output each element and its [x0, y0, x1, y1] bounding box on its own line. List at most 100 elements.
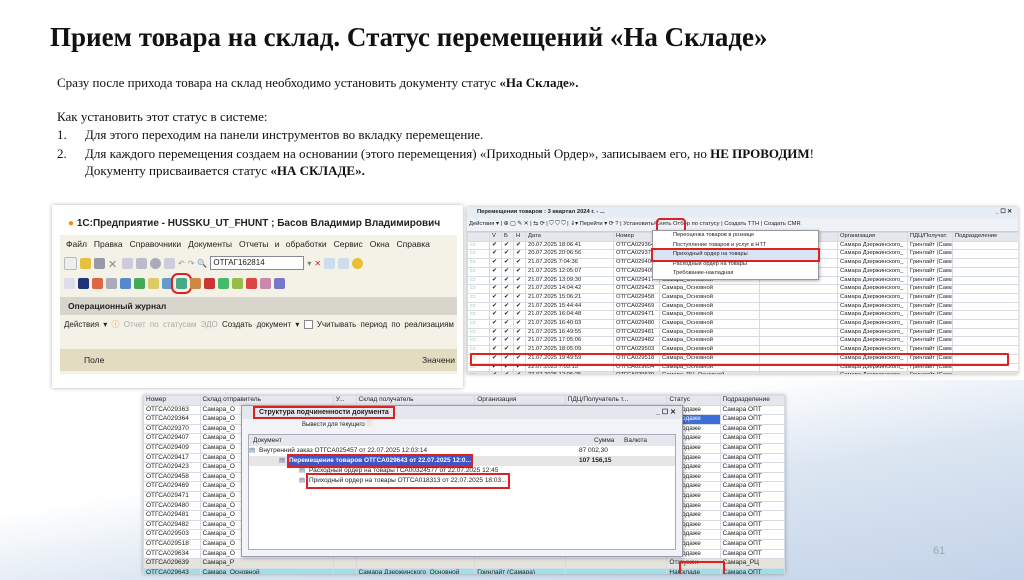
- document-icon: ▤: [279, 457, 286, 464]
- copy-icon[interactable]: [122, 257, 133, 269]
- window-controls[interactable]: _ ☐ ✕: [996, 207, 1019, 218]
- column-header[interactable]: Б: [501, 232, 514, 242]
- users-icon[interactable]: [78, 277, 89, 289]
- add-goods-icon[interactable]: [218, 277, 229, 289]
- undo-icon[interactable]: ↶: [178, 259, 185, 268]
- table-cell: ОТГСА029481: [143, 510, 201, 521]
- save-icon[interactable]: [94, 257, 105, 269]
- find-next-icon[interactable]: [324, 257, 336, 269]
- goods-icon[interactable]: [134, 277, 145, 289]
- column-header[interactable]: Организация: [837, 232, 908, 242]
- transfer-icon[interactable]: [120, 277, 131, 289]
- order-icon[interactable]: [204, 277, 215, 289]
- open-icon[interactable]: [80, 257, 91, 269]
- column-header[interactable]: Подразделение: [952, 232, 1018, 242]
- column-header[interactable]: Номер: [143, 395, 201, 406]
- receipt-icon[interactable]: [148, 277, 159, 289]
- status-report-button[interactable]: Отчет по статусам ЭДО: [124, 320, 218, 329]
- table-cell: [952, 327, 1018, 338]
- menu-item[interactable]: Требование-накладная: [653, 269, 818, 279]
- menu-item[interactable]: Файл: [66, 239, 87, 249]
- table-row[interactable]: ▭ ✔ ✔ ✔ 21.07.2025 17:05:06 ОТГСА029482 Самара…: [467, 336, 1018, 347]
- help-icon[interactable]: ⓘ: [366, 422, 372, 428]
- print-icon[interactable]: [150, 257, 161, 269]
- table-cell: Самара ОПТ: [719, 404, 785, 416]
- menu-item[interactable]: Справочники: [130, 239, 182, 249]
- tree-item[interactable]: ▤ Расходный ордер на товары ГСА00324577 …: [249, 466, 675, 476]
- menu-item[interactable]: Приходный ордер на товары: [651, 248, 820, 262]
- menu-item[interactable]: Правка: [94, 239, 123, 249]
- cut-icon[interactable]: ✕: [108, 258, 119, 271]
- table-cell: [564, 567, 668, 574]
- document-icon: ▤: [299, 467, 306, 474]
- new-icon[interactable]: [64, 256, 77, 270]
- table-cell: Самара_РЦ: [719, 558, 785, 569]
- table-row[interactable]: ▭ ✔ ✔ ✔ 21.07.2025 15:44:44 ОТГСА029469 Самара…: [467, 301, 1018, 312]
- dialog-controls[interactable]: _ ☐ ✕: [656, 406, 682, 419]
- menu-item[interactable]: Справка: [397, 239, 430, 249]
- report-icon[interactable]: [190, 277, 201, 289]
- table-cell: [952, 371, 1018, 374]
- table-cell: 21.07.2025 17:05:06: [525, 336, 614, 347]
- tree-item[interactable]: ▤ Приходный ордер на товары ОТГСА018313 …: [249, 473, 675, 489]
- table-cell: Самара ОПТ: [719, 442, 785, 454]
- menu-item[interactable]: Документы: [188, 239, 232, 249]
- movement-icon[interactable]: [171, 272, 192, 294]
- menu-item[interactable]: Сервис: [334, 239, 363, 249]
- column-header[interactable]: Склад получатель: [355, 395, 476, 406]
- clear-icon[interactable]: ✕: [314, 259, 321, 268]
- column-header[interactable]: [467, 232, 490, 242]
- partner-icon[interactable]: [260, 277, 271, 289]
- preview-icon[interactable]: [164, 257, 175, 269]
- column-header[interactable]: Подразделение: [719, 395, 785, 406]
- menu-item[interactable]: Переоценка товаров в рознице: [653, 231, 818, 241]
- table-cell: [759, 327, 838, 338]
- column-header[interactable]: Организация: [474, 395, 566, 406]
- table-cell: Самара_Р: [199, 558, 334, 569]
- table-row[interactable]: ▭ ✔ ✔ ✔ 21.07.2025 14:04:42 ОТГСА029423 Самара…: [467, 284, 1018, 294]
- search-input[interactable]: ОТГАГ162814: [210, 256, 305, 270]
- paste-icon[interactable]: [136, 257, 147, 269]
- table-cell: 21.07.2025 7:04:36: [525, 258, 614, 268]
- column-header[interactable]: Дата: [525, 232, 614, 242]
- column-header[interactable]: V: [489, 232, 502, 242]
- table-row[interactable]: ▭ ✔ ✔ ✔ 21.07.2025 15:06:21 ОТГСА029458 Самара…: [467, 292, 1018, 303]
- column-header[interactable]: Статус: [666, 395, 721, 406]
- tree-item[interactable]: ▤ Внутренний заказ ОТГСА025457 от 22.07.…: [249, 446, 675, 456]
- writeoff-icon[interactable]: [232, 277, 243, 289]
- output-current-button[interactable]: Вывести для текущего: [302, 422, 365, 428]
- list-icon[interactable]: [162, 277, 173, 289]
- actions-menu[interactable]: Действия ▾: [64, 320, 107, 329]
- period-checkbox[interactable]: [303, 320, 313, 330]
- redo-icon[interactable]: ↷: [188, 259, 195, 268]
- create-document-menu[interactable]: Создать документ ▾: [222, 320, 300, 329]
- info-icon[interactable]: [352, 257, 364, 269]
- menu-item[interactable]: Окна: [370, 239, 390, 249]
- menu-item[interactable]: Отчеты и обработки: [239, 239, 327, 249]
- column-document: Документ: [253, 437, 282, 444]
- tree-item[interactable]: ▤ Перемещение товаров ОТГСА029643 от 22.…: [249, 454, 675, 468]
- client-icon[interactable]: [246, 277, 257, 289]
- table-cell: ОТГСА029482: [613, 336, 660, 347]
- check-icon: ✔: [513, 292, 526, 303]
- table-row[interactable]: ▭ ✔ ✔ ✔ 21.07.2025 16:04:48 ОТГСА029471 Самара…: [467, 310, 1018, 321]
- help-icon[interactable]: ⓘ: [112, 320, 120, 329]
- column-header[interactable]: Н: [513, 232, 526, 242]
- table-row[interactable]: ▭ ✔ ✔ ✔ 21.07.2025 16:49:55 ОТГСА029481 Самара…: [467, 327, 1018, 338]
- contact-icon[interactable]: [274, 277, 285, 289]
- table-row[interactable]: ▭✔✔✔22.07.2025 12:05:25ОТГСА029639Самара…: [467, 371, 1018, 374]
- column-header[interactable]: ПДЦ/Получат.: [907, 232, 953, 242]
- find-prev-icon[interactable]: [338, 257, 350, 269]
- document-icon: ▭: [467, 371, 490, 374]
- menu-item[interactable]: Поступление товаров и услуг в НТТ: [653, 241, 818, 251]
- menu-item[interactable]: Расходный ордер на товары: [653, 260, 818, 270]
- table-row[interactable]: ▭ ✔ ✔ ✔ 21.07.2025 16:40:03 ОТГСА029480 Самара…: [467, 319, 1018, 329]
- column-header[interactable]: ПДЦ/Получатель т...: [564, 395, 668, 406]
- dropdown-icon[interactable]: ▾: [307, 259, 311, 268]
- column-header[interactable]: У...: [332, 395, 357, 406]
- book-icon[interactable]: [92, 277, 103, 289]
- table-icon[interactable]: [106, 277, 117, 289]
- column-header[interactable]: Склад отправитель: [199, 395, 334, 406]
- dialog-title: Структура подчиненности документа _ ☐ ✕: [242, 406, 682, 419]
- doc-icon[interactable]: [64, 277, 75, 289]
